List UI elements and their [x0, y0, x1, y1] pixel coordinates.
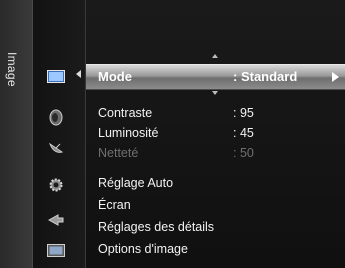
menu-item-label: Options d'image: [98, 242, 188, 256]
menu-item-contrast[interactable]: Contraste : 95: [86, 104, 345, 123]
category-label: Image: [5, 52, 19, 87]
scroll-down-icon: [212, 91, 218, 95]
application-icon[interactable]: [45, 241, 67, 259]
menu-item-label: Réglage Auto: [98, 176, 174, 190]
menu-item-mode[interactable]: Mode : Standard: [86, 64, 345, 90]
menu-item-screen[interactable]: Écran: [86, 196, 345, 215]
menu-item-label: Réglages des détails: [98, 220, 215, 234]
menu-item-label: Mode: [98, 69, 132, 84]
menu-item-brightness[interactable]: Luminosité : 45: [86, 124, 345, 143]
picture-icon[interactable]: [45, 67, 67, 85]
menu-item-label: Écran: [98, 198, 131, 212]
scroll-up-icon: [212, 54, 218, 58]
left-arrow-icon: [76, 70, 81, 78]
menu-item-value: : Standard: [233, 69, 298, 84]
tv-menu-screen: Image Mode: Standard Contraste: 95 Lum…: [0, 0, 345, 268]
menu-item-sharpness: Netteté : 50: [86, 144, 345, 163]
category-side-tab[interactable]: Image: [0, 0, 33, 268]
menu-item-label: Netteté: [98, 146, 139, 160]
menu-item-value: : 45: [233, 126, 254, 140]
setup-gear-icon[interactable]: [45, 176, 67, 194]
menu-item-label: Contraste: [98, 106, 153, 120]
sound-icon[interactable]: [45, 108, 67, 126]
picture-menu-panel: Mode : Standard Contraste : 95 Luminosit…: [86, 0, 345, 268]
satellite-channel-icon[interactable]: [45, 139, 67, 157]
menu-item-value: : 50: [233, 146, 254, 160]
menu-item-detail-settings[interactable]: Réglages des détails: [86, 218, 345, 237]
menu-item-auto-adjust[interactable]: Réglage Auto: [86, 174, 345, 193]
icon-column: [33, 0, 86, 268]
right-arrow-icon: [332, 72, 339, 82]
menu-item-value: : 95: [233, 106, 254, 120]
input-icon[interactable]: [45, 211, 67, 229]
menu-item-picture-options[interactable]: Options d'image: [86, 240, 345, 259]
menu-item-label: Luminosité: [98, 126, 159, 140]
